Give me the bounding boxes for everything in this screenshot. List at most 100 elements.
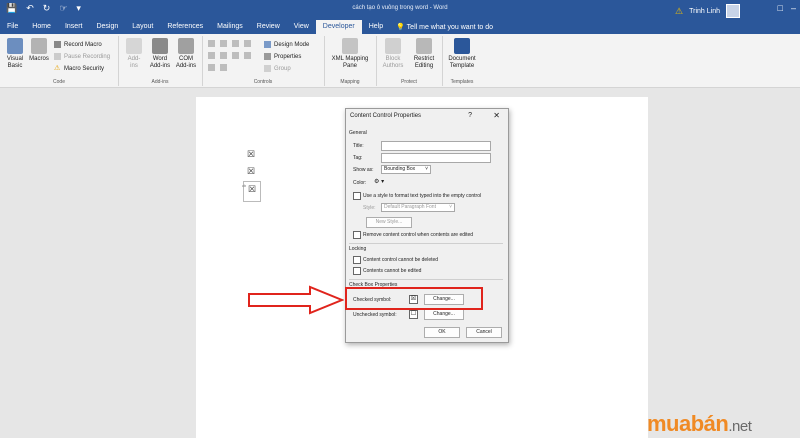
legacy-tools-icon[interactable] — [220, 64, 227, 71]
title-input[interactable] — [381, 141, 491, 151]
tell-me-search[interactable]: 💡 Tell me what you want to do — [396, 21, 493, 34]
gear-icon — [152, 38, 168, 54]
checkbox-control-icon[interactable] — [208, 52, 215, 59]
document-checkbox[interactable]: ☒ — [247, 149, 255, 160]
color-label: Color: — [353, 180, 367, 186]
ribbon-display-icon[interactable]: □ — [778, 3, 783, 13]
red-arrow-annotation — [248, 285, 344, 315]
paint-bucket-icon: ⚙ — [374, 179, 380, 185]
document-checkbox[interactable]: ☒ — [248, 184, 256, 195]
tab-references[interactable]: References — [160, 20, 210, 34]
general-section-label: General — [349, 130, 367, 136]
style-value: Default Paragraph Font — [384, 204, 436, 210]
minimize-icon[interactable]: – — [791, 3, 796, 13]
dialog-title: Content Control Properties — [350, 113, 422, 119]
tab-help[interactable]: Help — [362, 20, 390, 34]
tell-me-text: Tell me what you want to do — [406, 24, 494, 31]
combo-box-control-icon[interactable] — [220, 52, 227, 59]
record-icon — [54, 41, 61, 48]
repeating-section-control-icon[interactable] — [208, 64, 215, 71]
help-icon[interactable]: ? — [468, 112, 472, 119]
tab-file[interactable]: File — [0, 20, 25, 34]
picture-control-icon[interactable] — [232, 40, 239, 47]
warning-icon: ⚠ — [54, 65, 61, 72]
xml-mapping-icon — [342, 38, 358, 54]
word-add-ins-button[interactable]: Word Add-ins — [148, 38, 172, 70]
show-as-select[interactable]: Bounding Box ˅ — [381, 165, 431, 174]
window-controls: □ – — [778, 3, 796, 13]
properties-button[interactable]: Properties — [264, 53, 301, 60]
change-unchecked-button[interactable]: Change... — [424, 309, 464, 320]
xml-mapping-pane-button[interactable]: XML Mapping Pane — [328, 38, 372, 70]
tab-view[interactable]: View — [287, 20, 316, 34]
visual-basic-button[interactable]: Visual Basic — [4, 38, 26, 70]
tag-input[interactable] — [381, 153, 491, 163]
ribbon: Visual Basic Macros Record Macro Pause R… — [0, 34, 800, 88]
tab-insert[interactable]: Insert — [58, 20, 90, 34]
cannot-edit-checkbox[interactable] — [353, 267, 361, 275]
visual-basic-icon — [7, 38, 23, 54]
group-templates: Document Template Templates — [442, 36, 482, 86]
tab-home[interactable]: Home — [25, 20, 58, 34]
macros-icon — [31, 38, 47, 54]
tab-review[interactable]: Review — [250, 20, 287, 34]
user-area: ⚠ Trinh Linh — [675, 4, 740, 18]
show-as-label: Show as: — [353, 167, 374, 173]
record-macro-button[interactable]: Record Macro — [54, 41, 102, 48]
dropdown-control-icon[interactable] — [232, 52, 239, 59]
pause-recording-button: Pause Recording — [54, 53, 110, 60]
word-document-icon — [454, 38, 470, 54]
chevron-down-icon: ▾ — [381, 179, 385, 185]
close-icon[interactable]: ✕ — [493, 111, 500, 120]
document-template-button[interactable]: Document Template — [444, 38, 480, 70]
new-style-button: New Style... — [366, 217, 412, 228]
date-picker-control-icon[interactable] — [244, 52, 251, 59]
tag-label: Tag: — [353, 155, 363, 161]
block-authors-icon — [385, 38, 401, 54]
use-style-checkbox[interactable] — [353, 192, 361, 200]
group-controls: Design Mode Properties Group Controls — [202, 36, 325, 86]
macro-security-button[interactable]: ⚠ Macro Security — [54, 65, 104, 72]
tab-layout[interactable]: Layout — [125, 20, 160, 34]
cannot-delete-label: Content control cannot be deleted — [363, 257, 439, 263]
style-select: Default Paragraph Font ˅ — [381, 203, 455, 212]
lock-icon — [416, 38, 432, 54]
style-label: Style: — [363, 205, 376, 211]
com-icon — [178, 38, 194, 54]
warning-icon[interactable]: ⚠ — [675, 6, 683, 17]
plain-text-control-icon[interactable] — [220, 40, 227, 47]
chevron-down-icon: ˅ — [425, 166, 428, 172]
macros-button[interactable]: Macros — [28, 38, 50, 63]
divider — [349, 279, 503, 280]
user-name[interactable]: Trinh Linh — [689, 8, 720, 15]
cannot-delete-checkbox[interactable] — [353, 256, 361, 264]
document-checkbox[interactable]: ☒ — [247, 166, 255, 177]
design-mode-button[interactable]: Design Mode — [264, 41, 309, 48]
rich-text-control-icon[interactable] — [208, 40, 215, 47]
group-icon — [264, 65, 271, 72]
block-authors-button: Block Authors — [380, 38, 406, 70]
restrict-editing-button[interactable]: Restrict Editing — [410, 38, 438, 70]
com-add-ins-button[interactable]: COM Add-ins — [174, 38, 198, 70]
chevron-down-icon: ˅ — [449, 204, 452, 210]
tab-design[interactable]: Design — [89, 20, 125, 34]
cancel-button[interactable]: Cancel — [466, 327, 502, 338]
watermark-logo: muabán.net — [647, 411, 752, 436]
tab-mailings[interactable]: Mailings — [210, 20, 250, 34]
building-block-control-icon[interactable] — [244, 40, 251, 47]
add-ins-icon — [126, 38, 142, 54]
avatar[interactable] — [726, 4, 740, 18]
ribbon-tabs: File Home Insert Design Layout Reference… — [0, 19, 800, 34]
add-ins-button: Add-ins — [124, 38, 144, 70]
cannot-edit-label: Contents cannot be edited — [363, 268, 422, 274]
tab-developer[interactable]: Developer — [315, 20, 362, 34]
locking-section-label: Locking — [349, 246, 367, 252]
group-mapping: XML Mapping Pane Mapping — [324, 36, 377, 86]
color-picker[interactable]: ⚙ ▾ — [374, 178, 384, 185]
ok-button[interactable]: OK — [424, 327, 460, 338]
remove-control-checkbox[interactable] — [353, 231, 361, 239]
group-addins: Add-ins Word Add-ins COM Add-ins Add-ins — [118, 36, 203, 86]
divider — [349, 243, 503, 244]
group-button: Group — [264, 65, 291, 72]
title-label: Title: — [353, 143, 364, 149]
